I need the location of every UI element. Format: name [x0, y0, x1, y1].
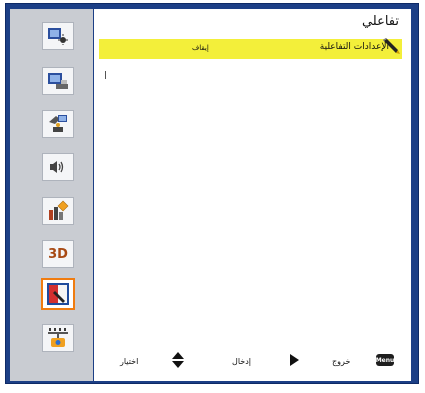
setup-icon: [49, 115, 67, 132]
text-caret: [105, 71, 106, 79]
3d-icon: 3D: [48, 246, 68, 262]
sidebar-item-display[interactable]: [42, 67, 74, 95]
footer-enter-label: إدخال: [232, 357, 251, 366]
interactive-settings-value: إيقاف: [192, 44, 209, 52]
interactive-settings-label: الإعدادات التفاعلية: [319, 42, 389, 52]
image-icon: [48, 28, 68, 45]
sidebar-item-setup[interactable]: [42, 110, 74, 138]
interactive-icon: [47, 283, 69, 305]
sidebar-item-3d[interactable]: 3D: [42, 240, 74, 268]
sidebar-item-image[interactable]: [42, 22, 74, 50]
menu-key-icon: Menu: [376, 354, 394, 366]
osd-frame: 3D تفاعلي إيقاف الإعدادات التفاعلية اختي…: [5, 3, 419, 384]
right-arrow-icon: [290, 354, 299, 366]
pen-icon: [383, 38, 400, 54]
sidebar-item-options[interactable]: [42, 197, 74, 225]
options-icon: [49, 200, 69, 220]
sidebar-item-audio[interactable]: [42, 153, 74, 181]
footer-select-label: اختيار: [120, 357, 139, 366]
audio-icon: [50, 161, 64, 173]
sidebar-item-network[interactable]: [42, 324, 74, 352]
footer-exit-label: خروج: [332, 357, 351, 366]
up-down-arrows-icon: [172, 352, 184, 368]
menu-panel: تفاعلي إيقاف الإعدادات التفاعلية اختيار …: [94, 9, 411, 381]
sidebar: 3D: [10, 9, 93, 381]
sidebar-item-interactive[interactable]: [41, 278, 75, 310]
network-icon: [48, 328, 68, 347]
page-title: تفاعلي: [361, 14, 399, 29]
display-icon: [48, 73, 68, 89]
